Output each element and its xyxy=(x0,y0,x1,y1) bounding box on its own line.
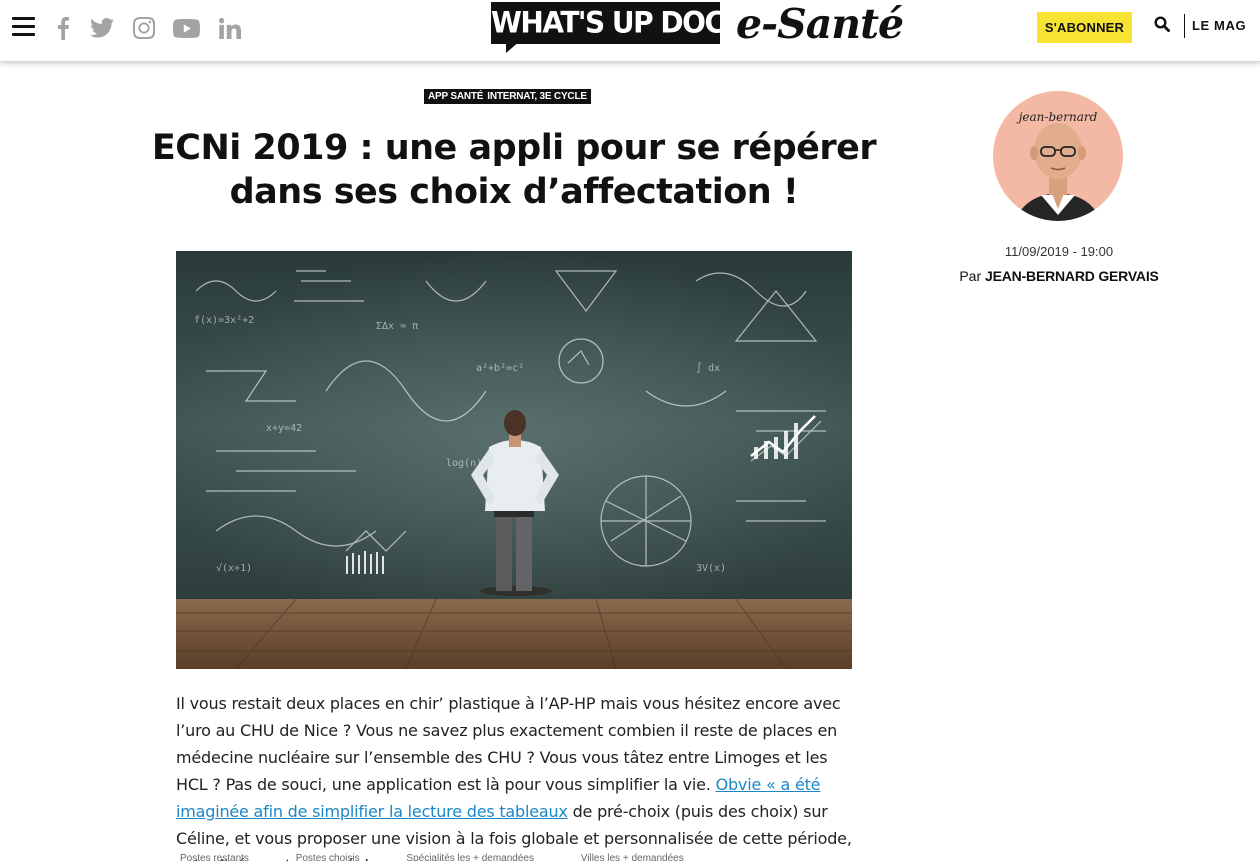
linkedin-icon[interactable] xyxy=(218,14,242,42)
author-byline: Par JEAN-BERNARD GERVAIS xyxy=(959,268,1159,284)
site-brand-esante[interactable]: e-Santé xyxy=(736,0,904,48)
svg-text:3V(x): 3V(x) xyxy=(696,563,726,574)
logo-speech-tail xyxy=(506,41,520,53)
article-tags: APP SANTÉ INTERNAT, 3E CYCLE xyxy=(424,89,591,104)
svg-text:∫ dx: ∫ dx xyxy=(696,362,720,374)
tag-internat[interactable]: INTERNAT, 3E CYCLE xyxy=(487,89,587,104)
table-col-postes-choisis: Postes choisis xyxy=(295,853,360,861)
table-col-postes-restants: Postes restants xyxy=(180,853,249,861)
table-col-villes: Villes les + demandées xyxy=(580,853,684,861)
article-body: Il vous restait deux places en chir’ pla… xyxy=(176,690,860,861)
menu-icon[interactable] xyxy=(12,17,35,37)
svg-text:a²+b²=c²: a²+b²=c² xyxy=(476,363,524,374)
svg-text:f(x)=3x²+2: f(x)=3x²+2 xyxy=(194,315,254,326)
svg-text:x+y=42: x+y=42 xyxy=(266,423,302,434)
author-name[interactable]: JEAN-BERNARD GERVAIS xyxy=(985,268,1159,284)
avatar-label: jean-bernard xyxy=(1016,110,1098,124)
svg-text:√(x+1): √(x+1) xyxy=(216,562,252,574)
site-logo[interactable]: WHAT'S UP DOC ? xyxy=(491,2,720,44)
search-icon[interactable] xyxy=(1154,16,1172,34)
tag-app-sante[interactable]: APP SANTÉ xyxy=(428,89,483,104)
facebook-icon[interactable] xyxy=(54,14,72,42)
author-avatar[interactable]: jean-bernard xyxy=(993,91,1123,221)
header-divider xyxy=(1184,14,1185,38)
embedded-table-header: Postes restants Postes choisis Spécialit… xyxy=(176,853,852,861)
table-col-specialites: Spécialités les + demandées xyxy=(406,853,534,861)
publish-date: 11/09/2019 - 19:00 xyxy=(1004,244,1114,259)
byline-prefix: Par xyxy=(959,268,982,284)
le-mag-link[interactable]: LE MAG xyxy=(1192,18,1246,33)
article-hero-image: f(x)=3x²+2 ΣΔx ≈ π a²+b²=c² ∫ dx x+y=42 … xyxy=(176,251,852,669)
article-title: ECNi 2019 : une appli pour se répérer da… xyxy=(151,128,877,212)
youtube-icon[interactable] xyxy=(172,14,200,42)
svg-text:ΣΔx ≈ π: ΣΔx ≈ π xyxy=(376,321,418,332)
twitter-icon[interactable] xyxy=(89,14,115,42)
subscribe-button[interactable]: S'ABONNER xyxy=(1037,12,1132,43)
instagram-icon[interactable] xyxy=(132,14,156,42)
site-header: WHAT'S UP DOC ? e-Santé S'ABONNER LE MAG xyxy=(0,0,1260,62)
